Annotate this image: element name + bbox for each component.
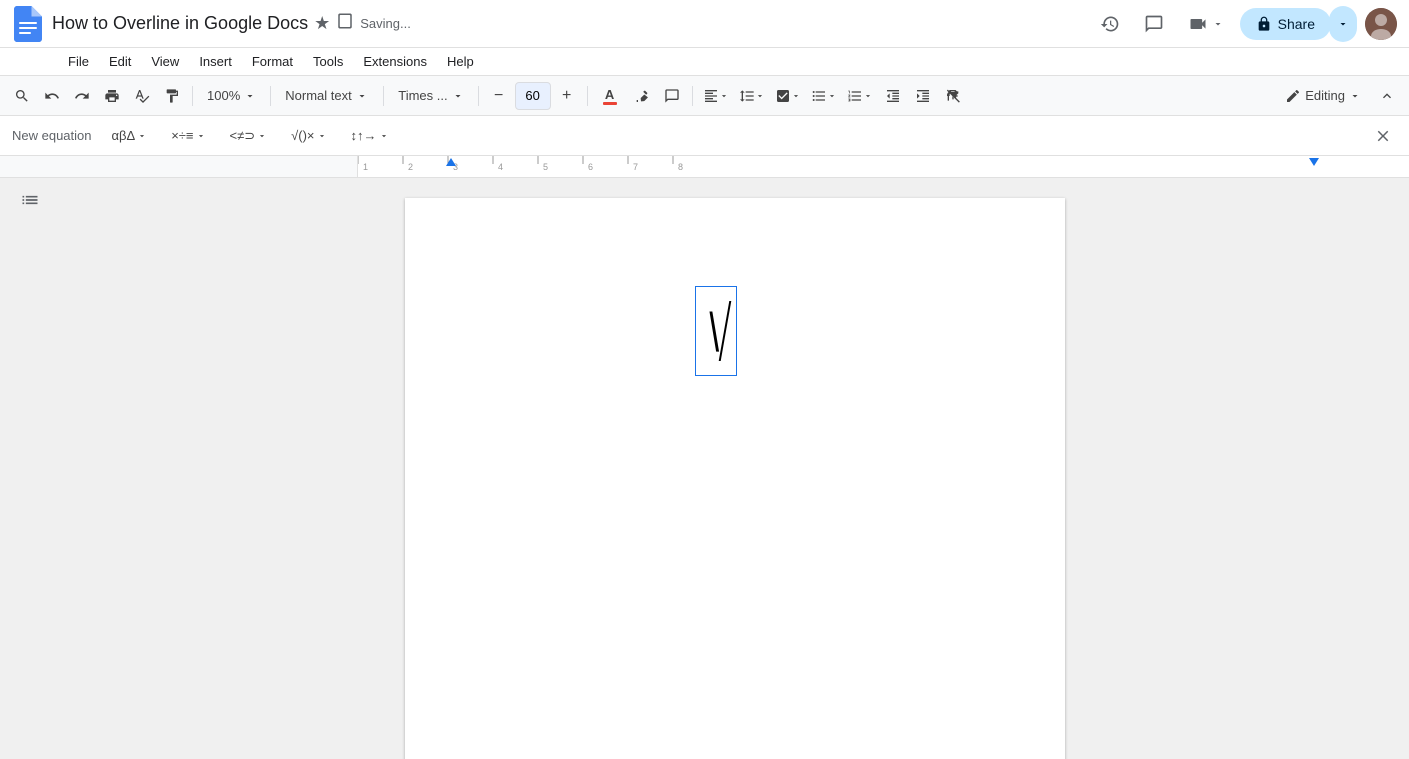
drive-icon[interactable] [336,12,354,35]
misc-ops-group: ×÷≡ [167,126,209,145]
spellcheck-button[interactable] [128,82,156,110]
title-bar: How to Overline in Google Docs ★ Saving.… [0,0,1409,48]
redo-button[interactable] [68,82,96,110]
text-color-button[interactable]: A [594,82,626,110]
font-size-increase[interactable]: + [553,82,581,110]
share-dropdown[interactable] [1329,6,1357,42]
svg-text:6: 6 [588,162,593,172]
relations-group: <≠⊃ [226,126,272,146]
menu-help[interactable]: Help [439,52,482,71]
misc-ops-button[interactable]: ×÷≡ [167,126,209,145]
user-avatar[interactable] [1365,8,1397,40]
menu-bar: File Edit View Insert Format Tools Exten… [0,48,1409,76]
arrows-button[interactable]: ↕↑→ [347,126,393,145]
equation-bar: New equation αβΔ ×÷≡ <≠⊃ √()× ↕↑→ [0,116,1409,156]
svg-text:2: 2 [408,162,413,172]
equation-content: \ [700,301,730,361]
separator-5 [587,86,588,106]
font-name-dropdown[interactable]: Times ... [390,82,471,110]
font-size-value[interactable]: 60 [515,82,551,110]
star-icon[interactable]: ★ [314,13,330,34]
separator-4 [478,86,479,106]
checklist-button[interactable] [771,82,805,110]
math-ops-button[interactable]: √()× [287,126,330,145]
ruler: 1 2 3 4 5 6 7 8 [0,156,1409,178]
menu-tools[interactable]: Tools [305,52,351,71]
doc-title-area: How to Overline in Google Docs ★ Saving.… [52,12,1084,35]
svg-text:8: 8 [678,162,683,172]
document-area[interactable]: \ [60,178,1409,759]
inline-comment-button[interactable] [658,82,686,110]
separator-6 [692,86,693,106]
menu-file[interactable]: File [60,52,97,71]
svg-text:7: 7 [633,162,638,172]
history-icon[interactable] [1092,6,1128,42]
highlight-button[interactable] [628,82,656,110]
ruler-inner: 1 2 3 4 5 6 7 8 [357,156,1409,177]
line-spacing-button[interactable] [735,82,769,110]
equation-box[interactable]: \ [695,286,737,376]
svg-text:1: 1 [363,162,368,172]
increase-indent-button[interactable] [909,82,937,110]
separator-2 [270,86,271,106]
saving-status: Saving... [360,16,411,31]
menu-edit[interactable]: Edit [101,52,139,71]
menu-insert[interactable]: Insert [191,52,240,71]
numbered-list-button[interactable] [843,82,877,110]
text-style-dropdown[interactable]: Normal text [277,82,377,110]
doc-title[interactable]: How to Overline in Google Docs [52,13,308,34]
meet-button[interactable] [1180,6,1232,42]
zoom-dropdown[interactable]: 100% [199,82,264,110]
search-button[interactable] [8,82,36,110]
left-sidebar [0,178,60,759]
editing-mode-dropdown[interactable]: Editing [1275,82,1371,110]
relations-button[interactable]: <≠⊃ [226,126,272,146]
align-button[interactable] [699,82,733,110]
close-equation-bar-button[interactable] [1369,122,1397,150]
outline-toggle[interactable] [20,190,40,215]
separator-1 [192,86,193,106]
app-icon[interactable] [12,8,44,40]
undo-button[interactable] [38,82,66,110]
toolbar: 100% Normal text Times ... − 60 + A [0,76,1409,116]
bullets-button[interactable] [807,82,841,110]
greek-letters-group: αβΔ [108,126,152,145]
share-button[interactable]: Share [1240,8,1331,40]
header-right: Share [1092,6,1397,42]
paint-format-button[interactable] [158,82,186,110]
font-size-decrease[interactable]: − [485,82,513,110]
menu-view[interactable]: View [143,52,187,71]
print-button[interactable] [98,82,126,110]
separator-3 [383,86,384,106]
svg-text:4: 4 [498,162,503,172]
new-equation-label: New equation [12,128,92,143]
arrows-group: ↕↑→ [347,126,393,145]
menu-extensions[interactable]: Extensions [355,52,435,71]
greek-letters-button[interactable]: αβΔ [108,126,152,145]
font-size-controls: − 60 + [485,82,581,110]
expand-toolbar-button[interactable] [1373,82,1401,110]
clear-formatting-button[interactable] [939,82,967,110]
math-ops-group: √()× [287,126,330,145]
document-page: \ [405,198,1065,759]
main-area: \ [0,178,1409,759]
menu-format[interactable]: Format [244,52,301,71]
comment-icon[interactable] [1136,6,1172,42]
svg-text:5: 5 [543,162,548,172]
share-label: Share [1278,16,1315,32]
doc-title-row: How to Overline in Google Docs ★ Saving.… [52,12,1084,35]
ruler-left-margin [0,156,357,177]
decrease-indent-button[interactable] [879,82,907,110]
